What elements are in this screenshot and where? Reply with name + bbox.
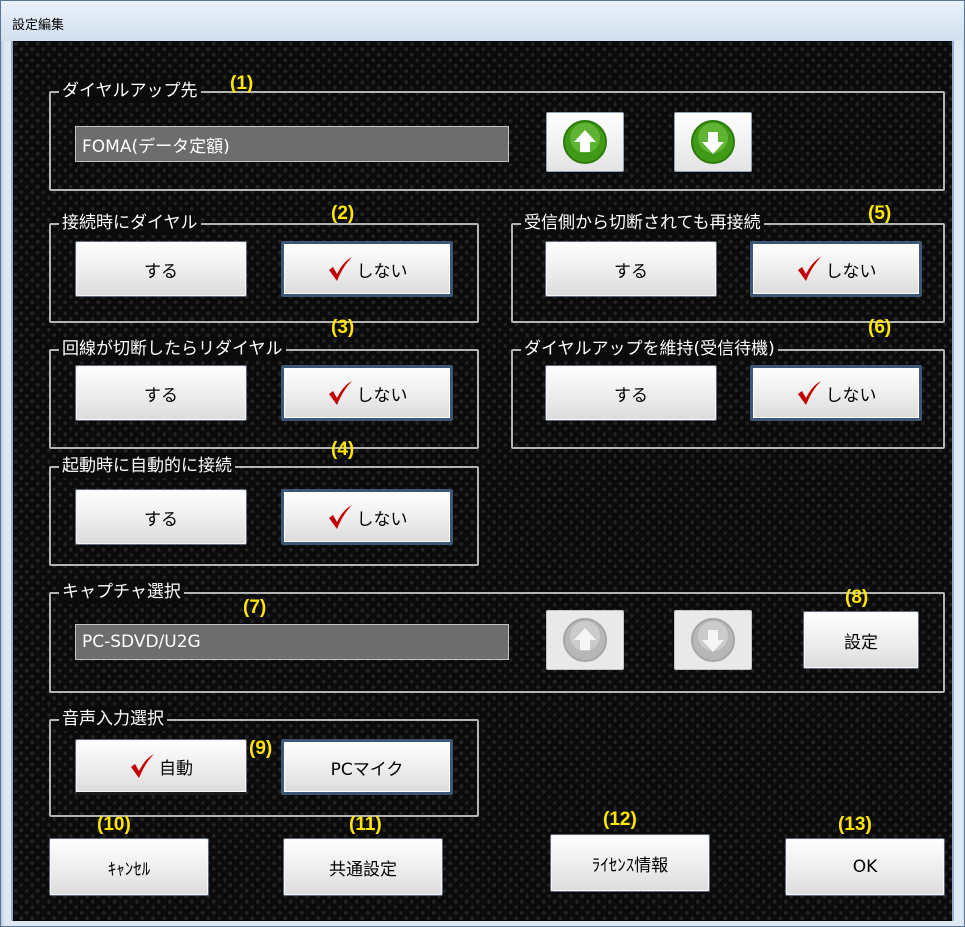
label-number-11: (11) — [349, 814, 382, 835]
reconnect-on-remote-cut-label: 受信側から切断されても再接続 — [521, 211, 764, 235]
capture-settings-button[interactable]: 設定 — [803, 611, 919, 669]
check-icon — [328, 381, 352, 405]
label-number-5: (5) — [868, 203, 892, 224]
auto-connect-on-start-no-label: しない — [356, 509, 408, 530]
check-icon — [797, 381, 821, 405]
arrow-down-icon — [691, 120, 735, 164]
audio-input-auto-button[interactable]: 自動 — [75, 739, 247, 795]
label-number-2: (2) — [331, 203, 355, 224]
label-number-4: (4) — [331, 439, 355, 460]
reconnect-on-remote-cut-no-button[interactable]: しない — [750, 241, 922, 297]
arrow-up-icon — [563, 618, 607, 662]
dialup-destination-field[interactable]: FOMA(データ定額) — [75, 126, 509, 162]
label-number-12: (12) — [603, 809, 637, 830]
dialup-destination-value: FOMA(データ定額) — [82, 136, 230, 157]
common-settings-label: 共通設定 — [329, 859, 397, 880]
capture-device-value: PC-SDVD/U2G — [82, 632, 201, 652]
redial-on-disconnect-yes-label: する — [144, 385, 178, 406]
dial-on-connect-yes-button[interactable]: する — [75, 241, 247, 297]
capture-settings-label: 設定 — [844, 632, 878, 653]
capture-select-label: キャプチャ選択 — [59, 580, 184, 604]
dialup-move-down-button[interactable] — [674, 112, 752, 172]
dial-on-connect-yes-label: する — [144, 261, 178, 282]
keep-dialup-yes-button[interactable]: する — [545, 365, 717, 421]
dial-on-connect-no-button[interactable]: しない — [281, 241, 453, 297]
auto-connect-on-start-yes-label: する — [144, 509, 178, 530]
check-icon — [131, 754, 154, 778]
label-number-13: (13) — [838, 814, 872, 835]
audio-input-label: 音声入力選択 — [59, 707, 167, 731]
keep-dialup-no-label: しない — [825, 385, 877, 406]
label-number-3: (3) — [331, 317, 355, 338]
audio-input-pc-mic-button[interactable]: PCマイク — [281, 739, 453, 795]
dial-on-connect-no-label: しない — [356, 261, 408, 282]
common-settings-button[interactable]: 共通設定 — [283, 838, 443, 896]
license-info-button[interactable]: ﾗｲｾﾝｽ情報 — [550, 834, 710, 892]
check-icon — [797, 257, 821, 281]
cancel-button[interactable]: ｷｬﾝｾﾙ — [49, 838, 209, 896]
dialog-client-area: ダイヤルアップ先 (1) FOMA(データ定額) 接続時にダイヤル (2) する… — [11, 41, 954, 921]
keep-dialup-yes-label: する — [614, 385, 648, 406]
label-number-10: (10) — [97, 814, 131, 835]
label-number-9: (9) — [249, 738, 273, 759]
reconnect-on-remote-cut-yes-button[interactable]: する — [545, 241, 717, 297]
license-info-label: ﾗｲｾﾝｽ情報 — [591, 855, 669, 876]
label-number-6: (6) — [868, 317, 892, 338]
dial-on-connect-label: 接続時にダイヤル — [59, 211, 201, 235]
auto-connect-on-start-yes-button[interactable]: する — [75, 489, 247, 545]
keep-dialup-no-button[interactable]: しない — [750, 365, 922, 421]
dialup-move-up-button[interactable] — [546, 112, 624, 172]
label-number-1: (1) — [230, 73, 254, 94]
auto-connect-on-start-no-button[interactable]: しない — [281, 489, 453, 545]
cancel-label: ｷｬﾝｾﾙ — [107, 859, 151, 880]
redial-on-disconnect-yes-button[interactable]: する — [75, 365, 247, 421]
redial-on-disconnect-label: 回線が切断したらリダイヤル — [59, 337, 286, 361]
ok-label: OK — [852, 857, 878, 877]
arrow-down-icon — [691, 618, 735, 662]
arrow-up-icon — [563, 120, 607, 164]
check-icon — [328, 505, 352, 529]
audio-input-auto-label: 自動 — [159, 758, 193, 779]
settings-edit-window: 設定編集 ダイヤルアップ先 (1) FOMA(データ定額) 接続時にダイヤル (… — [0, 0, 965, 927]
redial-on-disconnect-no-label: しない — [356, 385, 408, 406]
check-icon — [328, 257, 352, 281]
auto-connect-on-start-label: 起動時に自動的に接続 — [59, 454, 235, 478]
redial-on-disconnect-no-button[interactable]: しない — [281, 365, 453, 421]
title-bar[interactable]: 設定編集 — [1, 1, 964, 41]
label-number-8: (8) — [845, 587, 869, 608]
window-title: 設定編集 — [12, 18, 65, 33]
capture-move-down-button[interactable] — [674, 610, 752, 670]
reconnect-on-remote-cut-no-label: しない — [825, 261, 877, 282]
dialup-destination-label: ダイヤルアップ先 — [59, 79, 201, 103]
label-number-7: (7) — [243, 597, 267, 618]
keep-dialup-label: ダイヤルアップを維持(受信待機) — [521, 337, 778, 361]
reconnect-on-remote-cut-yes-label: する — [614, 261, 648, 282]
capture-device-field[interactable]: PC-SDVD/U2G — [75, 624, 509, 660]
ok-button[interactable]: OK — [785, 838, 945, 896]
capture-move-up-button[interactable] — [546, 610, 624, 670]
audio-input-pc-mic-label: PCマイク — [330, 759, 404, 780]
